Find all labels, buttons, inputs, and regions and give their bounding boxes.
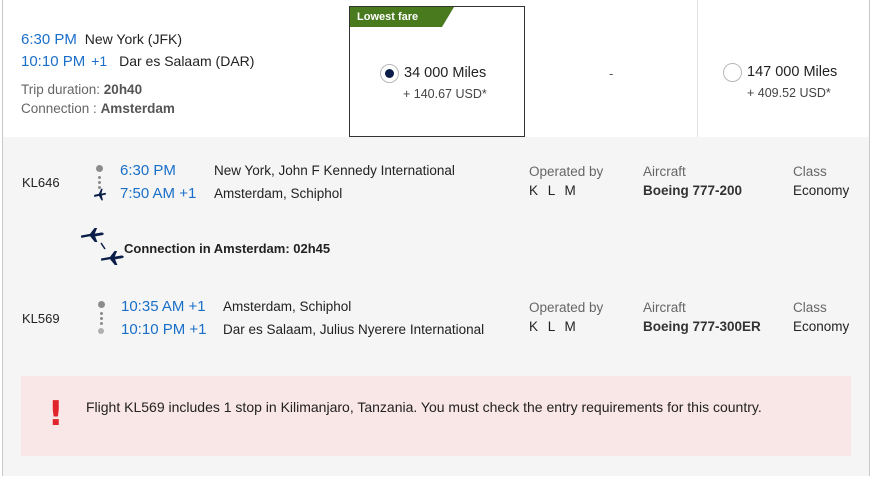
segment-arrival-airport: Dar es Salaam, Julius Nyerere Internatio… <box>223 322 485 337</box>
fare-radio-premium[interactable] <box>723 63 742 82</box>
class-value: Economy <box>793 183 850 198</box>
alert-message: Flight KL569 includes 1 stop in Kilimanj… <box>86 399 762 415</box>
trip-duration-value: 20h40 <box>103 82 143 97</box>
flight-card: 6:30 PM New York (JFK) 10:10 PM +1 Dar es… <box>2 0 870 476</box>
lowest-fare-tag-corner <box>442 7 454 27</box>
operated-by-label: Operated by <box>529 300 604 315</box>
operated-by-label: Operated by <box>529 164 604 179</box>
flight-number: KL646 <box>22 175 60 190</box>
fare-option-lowest[interactable]: Lowest fare 34 000 Miles + 140.67 USD* <box>349 6 525 137</box>
segment-arrival-time: 7:50 AM +1 <box>120 185 197 202</box>
arrival-plus-day: +1 <box>91 53 108 69</box>
class-label: Class <box>793 300 827 315</box>
connection-value: Amsterdam <box>100 101 175 116</box>
segment-departure-time: 10:35 AM +1 <box>121 298 206 315</box>
trip-duration-label: Trip duration: <box>21 82 104 97</box>
flight-summary[interactable]: 6:30 PM New York (JFK) 10:10 PM +1 Dar es… <box>3 0 869 137</box>
operated-by-value: K L M <box>529 183 579 198</box>
connection-info: Connection in Amsterdam: 02h45 <box>124 241 331 256</box>
fare-usd-premium: + 409.52 USD* <box>747 86 831 100</box>
aircraft-value: Boeing 777-300ER <box>643 319 761 334</box>
arrival-city: Dar es Salaam (DAR) <box>119 53 255 69</box>
departure-time: 6:30 PM <box>21 31 77 48</box>
connection-planes-icon <box>79 227 129 269</box>
flight-number: KL569 <box>22 311 60 326</box>
connection-label: Connection : <box>21 101 101 116</box>
fare-unavailable: - <box>609 66 614 81</box>
arrival-time: 10:10 PM <box>21 53 86 70</box>
class-label: Class <box>793 164 827 179</box>
segment-arrival-airport: Amsterdam, Schiphol <box>214 186 343 201</box>
operated-by-value: K L M <box>529 319 579 334</box>
segment-departure-time: 6:30 PM <box>120 162 176 179</box>
plane-departure-icon <box>93 187 107 201</box>
connection-summary: Connection : Amsterdam <box>21 101 175 116</box>
trip-duration: Trip duration: 20h40 <box>21 82 142 97</box>
segment-departure-airport: Amsterdam, Schiphol <box>223 299 352 314</box>
fare-radio-lowest[interactable] <box>380 64 399 83</box>
segment-departure-airport: New York, John F Kennedy International <box>214 163 455 178</box>
departure-row: 6:30 PM New York (JFK) <box>21 31 182 48</box>
lowest-fare-tag: Lowest fare <box>350 7 442 27</box>
exclamation-icon: ! <box>48 394 64 434</box>
fare-miles-lowest: 34 000 Miles <box>404 65 487 81</box>
route-dots-icon <box>98 301 106 334</box>
fare-miles-premium: 147 000 Miles <box>747 64 838 80</box>
segment-arrival-time: 10:10 PM +1 <box>121 321 207 338</box>
entry-requirements-alert: ! Flight KL569 includes 1 stop in Kilima… <box>21 376 851 456</box>
aircraft-value: Boeing 777-200 <box>643 183 743 198</box>
arrival-row: 10:10 PM +1 Dar es Salaam (DAR) <box>21 53 254 70</box>
departure-city: New York (JFK) <box>84 31 183 47</box>
fare-divider <box>697 0 698 137</box>
class-value: Economy <box>793 319 850 334</box>
aircraft-label: Aircraft <box>643 300 686 315</box>
flight-details: KL646 6:30 PM New York, John F Kennedy I… <box>3 137 869 476</box>
radio-selected-dot <box>385 69 394 78</box>
aircraft-label: Aircraft <box>643 164 686 179</box>
fare-usd-lowest: + 140.67 USD* <box>403 87 487 101</box>
